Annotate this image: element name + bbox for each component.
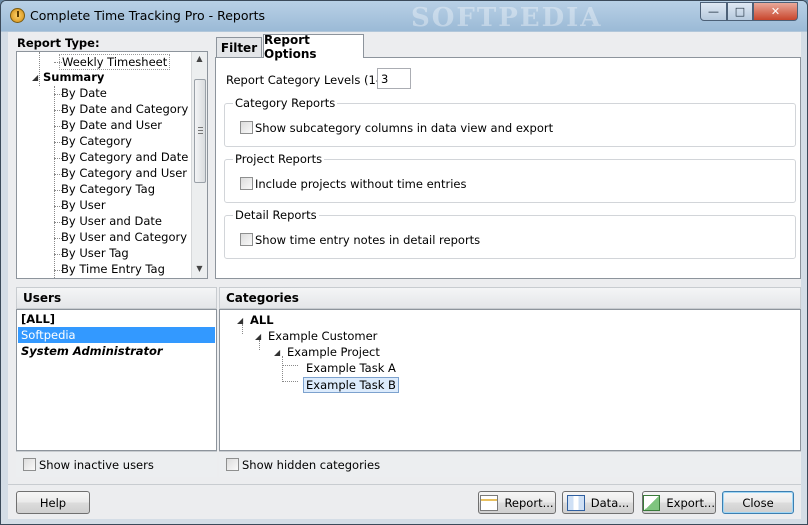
show-inactive-users-label[interactable]: Show inactive users <box>39 458 154 472</box>
report-type-item[interactable]: By User and Category <box>61 230 187 244</box>
reports-window: Complete Time Tracking Pro - Reports SOF… <box>0 0 808 525</box>
report-options-panel: Report Category Levels (1-5): 3 Category… <box>215 57 801 279</box>
collapse-arrow-icon[interactable]: ◢ <box>274 348 280 357</box>
data-grid-icon <box>566 494 585 511</box>
export-button[interactable]: Export... <box>642 491 716 514</box>
collapse-arrow-icon[interactable]: ◢ <box>237 316 243 325</box>
report-type-item[interactable]: Summary <box>43 70 104 84</box>
softpedia-watermark: SOFTPEDIA <box>411 3 603 33</box>
help-button[interactable]: Help <box>16 491 90 514</box>
report-type-item[interactable]: By Category and Date <box>61 150 188 164</box>
project-reports-title: Project Reports <box>233 152 325 166</box>
help-button-label: Help <box>39 495 67 510</box>
minimize-icon: — <box>708 5 719 18</box>
category-levels-input[interactable]: 3 <box>377 68 411 89</box>
categories-tree[interactable]: ◢ ALL ◢ Example Customer ◢ Example Project Exa… <box>219 309 801 451</box>
data-button-label: Data... <box>590 495 630 510</box>
title-bar[interactable]: Complete Time Tracking Pro - Reports SOF… <box>1 1 807 33</box>
window-title: Complete Time Tracking Pro - Reports <box>30 8 266 23</box>
report-type-item[interactable]: By Category <box>61 134 132 148</box>
bottom-divider <box>8 484 801 485</box>
export-arrow-icon <box>643 494 661 511</box>
show-hidden-categories-label[interactable]: Show hidden categories <box>242 458 380 472</box>
show-notes-label[interactable]: Show time entry notes in detail reports <box>255 233 480 247</box>
categories-footer: Show hidden categories <box>219 451 801 477</box>
users-footer: Show inactive users <box>16 451 217 477</box>
user-list-item[interactable]: Softpedia <box>18 327 215 343</box>
detail-reports-title: Detail Reports <box>233 208 319 222</box>
user-list-item[interactable]: System Administrator <box>18 343 215 359</box>
minimize-button[interactable]: — <box>700 2 727 21</box>
categories-header: Categories <box>219 287 801 309</box>
maximize-icon: □ <box>734 5 746 18</box>
project-reports-group: Project Reports Include projects without… <box>224 152 796 203</box>
category-reports-title: Category Reports <box>233 96 338 110</box>
report-type-item[interactable]: By Category and User <box>61 166 187 180</box>
data-button[interactable]: Data... <box>562 491 634 514</box>
report-type-item[interactable]: By User Tag <box>61 246 129 260</box>
maximize-button[interactable]: □ <box>727 2 753 21</box>
report-type-item[interactable]: By Date <box>61 86 107 100</box>
collapse-arrow-icon[interactable]: ◢ <box>255 332 261 341</box>
close-icon: ✕ <box>770 5 781 18</box>
category-tree-node[interactable]: Example Project <box>287 345 380 359</box>
tab-filter[interactable]: Filter <box>216 37 262 57</box>
report-type-scrollbar[interactable]: ▲ ▼ <box>191 52 207 278</box>
report-button-label: Report... <box>504 495 554 510</box>
report-type-item[interactable]: By Category Tag <box>61 182 155 196</box>
report-type-label: Report Type: <box>17 36 100 50</box>
report-type-item[interactable]: By Date and User <box>61 118 162 132</box>
category-levels-label: Report Category Levels (1-5): <box>226 73 396 87</box>
show-hidden-categories-checkbox[interactable] <box>226 458 239 471</box>
report-type-item[interactable]: By User <box>61 198 106 212</box>
category-tree-node[interactable]: Example Task A <box>306 361 396 375</box>
tree-line <box>54 86 55 278</box>
category-tree-node[interactable]: Example Task B <box>303 377 399 393</box>
category-tree-node[interactable]: Example Customer <box>268 329 377 343</box>
scroll-thumb[interactable] <box>194 79 206 183</box>
category-reports-group: Category Reports Show subcategory column… <box>224 96 796 147</box>
category-tree-node[interactable]: ALL <box>250 313 274 327</box>
close-button-label: Close <box>742 495 774 510</box>
show-inactive-users-checkbox[interactable] <box>23 458 36 471</box>
tree-line <box>39 52 40 86</box>
report-type-item[interactable]: By User and Date <box>61 214 162 228</box>
users-list[interactable]: [ALL] Softpedia System Administrator <box>16 309 217 451</box>
include-projects-label[interactable]: Include projects without time entries <box>255 177 466 191</box>
subcategory-columns-label[interactable]: Show subcategory columns in data view an… <box>255 121 553 135</box>
export-button-label: Export... <box>666 495 715 510</box>
close-window-button[interactable]: ✕ <box>753 2 798 21</box>
report-document-icon <box>480 494 499 511</box>
detail-reports-group: Detail Reports Show time entry notes in … <box>224 208 796 259</box>
tab-report-options[interactable]: Report Options <box>263 33 364 61</box>
collapse-arrow-icon[interactable]: ◢ <box>32 73 38 82</box>
scroll-up-arrow-icon[interactable]: ▲ <box>192 54 207 63</box>
show-notes-checkbox[interactable] <box>240 233 253 246</box>
report-type-tree[interactable]: Weekly Timesheet ◢ Summary By Date By Date a… <box>16 51 208 279</box>
include-projects-checkbox[interactable] <box>240 177 253 190</box>
close-button[interactable]: Close <box>722 491 794 514</box>
scroll-down-arrow-icon[interactable]: ▼ <box>192 264 207 273</box>
report-type-item[interactable]: By Date and Category <box>61 102 188 116</box>
subcategory-columns-checkbox[interactable] <box>240 121 253 134</box>
report-button[interactable]: Report... <box>478 491 556 514</box>
user-list-item[interactable]: [ALL] <box>18 311 215 327</box>
users-header: Users <box>16 287 217 309</box>
report-type-item[interactable]: By Time Entry Tag <box>61 262 165 276</box>
clock-app-icon <box>10 8 25 23</box>
report-type-item[interactable]: Weekly Timesheet <box>59 54 171 70</box>
client-area: Report Type: Weekly Timesheet ◢ Summary By … <box>8 32 801 519</box>
